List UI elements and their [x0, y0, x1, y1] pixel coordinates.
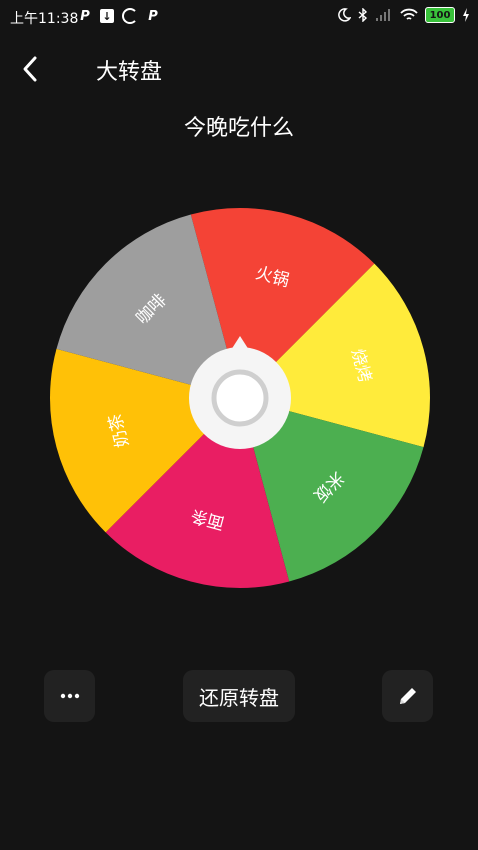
pencil-icon: [399, 688, 416, 704]
signal-icon: [376, 9, 390, 21]
back-button[interactable]: [14, 52, 48, 86]
page-title: 大转盘: [96, 60, 163, 85]
edit-button[interactable]: [382, 670, 433, 722]
battery-icon: 100: [425, 7, 455, 23]
charging-icon: [463, 8, 469, 22]
more-button[interactable]: [44, 670, 95, 722]
notification-icons: P ↓ P: [78, 8, 160, 24]
wheel: 火锅 烧烤 米饭 面条 奶茶 咖啡: [48, 206, 432, 590]
status-bar: 上午11:38 P ↓ P 100: [0, 0, 478, 34]
system-icons: 100: [337, 7, 470, 23]
header: 大转盘: [0, 44, 478, 96]
download-icon: ↓: [100, 9, 114, 23]
moon-icon: [338, 8, 351, 22]
bluetooth-icon: [358, 8, 368, 22]
restore-wheel-button[interactable]: 还原转盘: [183, 670, 295, 722]
p-notification-icon-2: P: [148, 8, 158, 24]
spin-knob-inner: [211, 369, 269, 427]
more-horizontal-icon: [60, 693, 79, 699]
wheel-svg: 火锅烧烤米饭面条奶茶咖啡: [49, 208, 431, 588]
wifi-icon: [400, 8, 418, 20]
p-notification-icon: P: [80, 8, 90, 24]
status-time: 上午11:38: [10, 11, 79, 27]
chevron-left-icon: [23, 56, 37, 82]
sync-icon: [122, 8, 138, 24]
wheel-title: 今晚吃什么: [183, 116, 294, 141]
